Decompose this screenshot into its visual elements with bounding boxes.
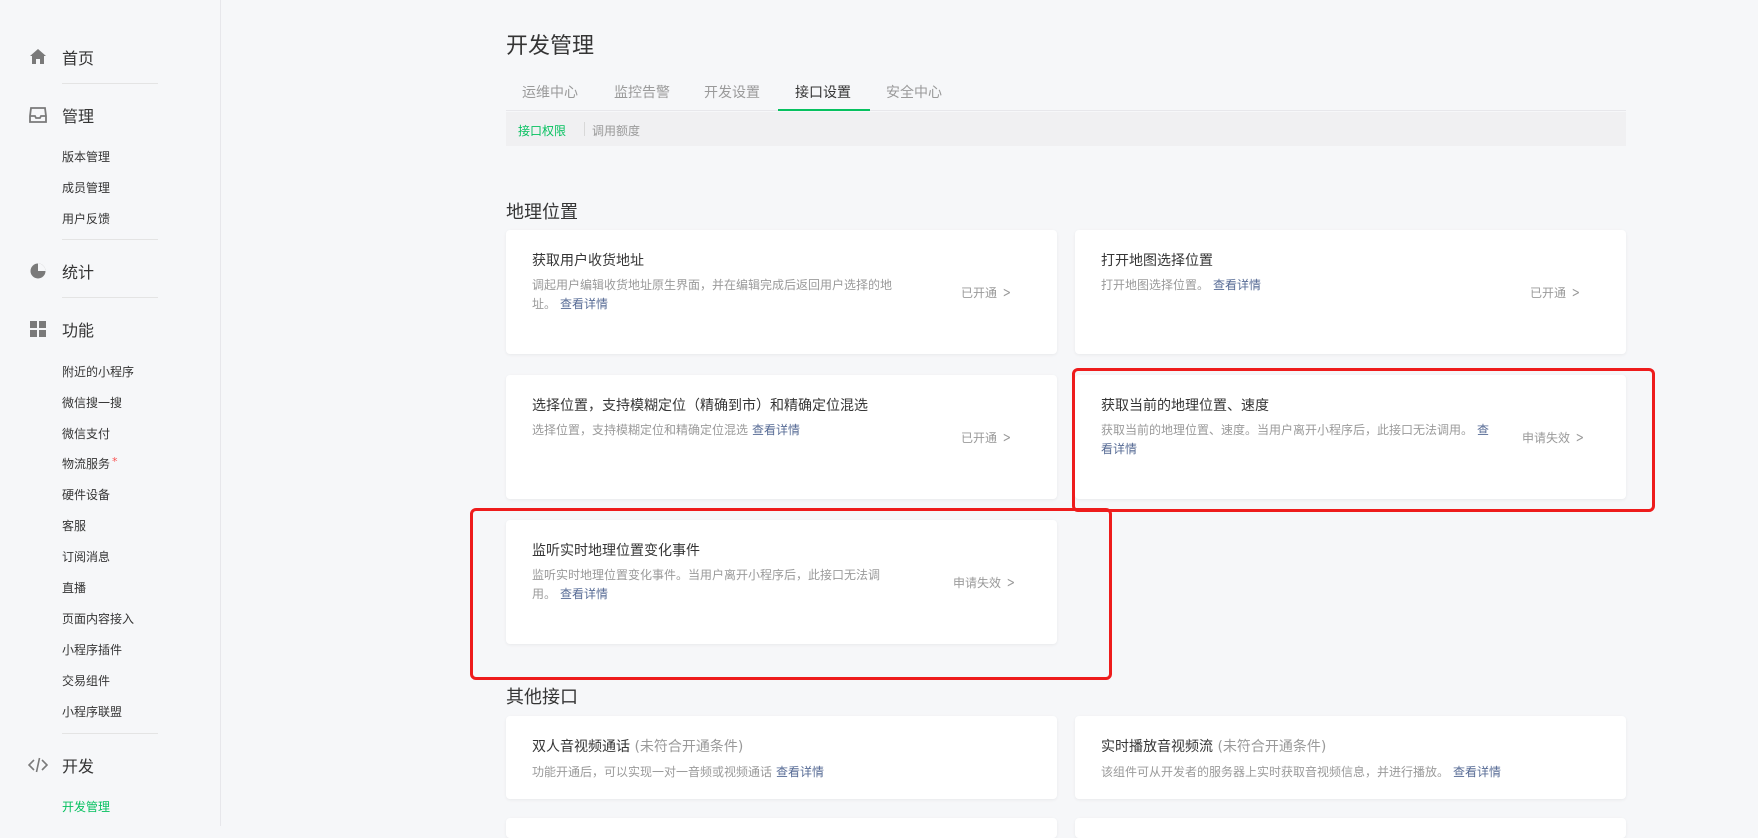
sidebar-item-pay[interactable]: 微信支付 [62, 425, 110, 442]
subtab-bar: 接口权限 调用额度 [506, 112, 1626, 146]
tab-api-settings[interactable]: 接口设置 [795, 82, 851, 102]
sidebar-item-dev[interactable]: 开发 [28, 753, 94, 777]
sidebar-item-features[interactable]: 功能 [28, 317, 94, 341]
sidebar-item-home[interactable]: 首页 [28, 45, 94, 69]
sidebar-item-stats[interactable]: 统计 [28, 259, 94, 283]
api-card-voip: 双人音视频通话 (未符合开通条件) 功能开通后，可以实现一对一音频或视频通话 查看… [506, 716, 1057, 799]
sidebar-item-trade[interactable]: 交易组件 [62, 672, 110, 689]
view-details-link[interactable]: 查看详情 [1453, 765, 1501, 779]
sidebar-item-subscribe[interactable]: 订阅消息 [62, 548, 110, 565]
subtab-permissions[interactable]: 接口权限 [518, 122, 566, 139]
card-description: 获取当前的地理位置、速度。当用户离开小程序后，此接口无法调用。 查看详情 [1101, 423, 1490, 456]
tab-monitor[interactable]: 监控告警 [614, 82, 670, 102]
view-details-link[interactable]: 查看详情 [776, 765, 824, 779]
card-description: 监听实时地理位置变化事件。当用户离开小程序后，此接口无法调用。 查看详情 [532, 568, 881, 601]
chevron-right-icon: > [1571, 284, 1580, 301]
status-enabled[interactable]: 已开通 > [1530, 284, 1582, 301]
status-expired[interactable]: 申请失效 > [1522, 429, 1586, 446]
card-title: 实时播放音视频流 (未符合开通条件) [1101, 739, 1327, 755]
card-description: 调起用户编辑收货地址原生界面，并在编辑完成后返回用户选择的地址。 查看详情 [532, 278, 893, 311]
api-card-get-location: 获取当前的地理位置、速度 获取当前的地理位置、速度。当用户离开小程序后，此接口无… [1075, 375, 1626, 499]
card-description: 打开地图选择位置。 查看详情 [1101, 278, 1262, 292]
sidebar-item-service[interactable]: 客服 [62, 517, 86, 534]
card-title: 选择位置，支持模糊定位（精确到市）和精确定位混选 [532, 398, 868, 414]
tab-dev-settings[interactable]: 开发设置 [704, 82, 760, 102]
chevron-right-icon: > [1002, 284, 1011, 301]
sidebar-item-logistics[interactable]: 物流服务 * [62, 455, 118, 472]
api-card-address: 获取用户收货地址 调起用户编辑收货地址原生界面，并在编辑完成后返回用户选择的地址… [506, 230, 1057, 354]
sidebar-item-hardware[interactable]: 硬件设备 [62, 486, 110, 503]
sidebar-item-search[interactable]: 微信搜一搜 [62, 394, 122, 411]
subtab-divider [584, 122, 585, 136]
subtab-quota[interactable]: 调用额度 [592, 122, 640, 139]
sidebar-divider [62, 239, 158, 240]
page-title: 开发管理 [506, 34, 595, 59]
section-title-other: 其他接口 [506, 687, 578, 708]
ineligible-note: (未符合开通条件) [634, 739, 744, 755]
sidebar-divider [62, 297, 158, 298]
sidebar-item-alliance[interactable]: 小程序联盟 [62, 703, 122, 720]
view-details-link[interactable]: 查看详情 [752, 423, 800, 437]
sidebar-item-manage[interactable]: 管理 [28, 103, 94, 127]
chevron-right-icon: > [1006, 574, 1015, 591]
api-card-partial [506, 818, 1057, 838]
chevron-right-icon: > [1002, 429, 1011, 446]
sidebar-divider [62, 733, 158, 734]
sidebar-item-content[interactable]: 页面内容接入 [62, 610, 134, 627]
card-title: 获取当前的地理位置、速度 [1101, 398, 1269, 414]
code-icon [28, 755, 48, 775]
tab-security[interactable]: 安全中心 [886, 82, 942, 102]
active-tab-indicator [778, 109, 870, 111]
card-title: 双人音视频通话 (未符合开通条件) [532, 739, 744, 755]
sidebar-item-nearby[interactable]: 附近的小程序 [62, 363, 134, 380]
card-description: 选择位置，支持模糊定位和精确定位混选 查看详情 [532, 423, 801, 437]
sidebar-item-feedback[interactable]: 用户反馈 [62, 210, 110, 227]
tab-ops[interactable]: 运维中心 [522, 82, 578, 102]
api-card-location-change: 监听实时地理位置变化事件 监听实时地理位置变化事件。当用户离开小程序后，此接口无… [506, 520, 1057, 644]
api-card-partial [1075, 818, 1626, 838]
api-card-fuzzy-location: 选择位置，支持模糊定位（精确到市）和精确定位混选 选择位置，支持模糊定位和精确定… [506, 375, 1057, 499]
api-card-live-player: 实时播放音视频流 (未符合开通条件) 该组件可从开发者的服务器上实时获取音视频信… [1075, 716, 1626, 799]
section-title-geo: 地理位置 [506, 202, 578, 223]
card-description: 该组件可从开发者的服务器上实时获取音视频信息，并进行播放。 查看详情 [1101, 765, 1502, 779]
sidebar-divider [62, 83, 158, 84]
status-enabled[interactable]: 已开通 > [961, 284, 1013, 301]
new-dot-badge: * [112, 455, 118, 468]
status-enabled[interactable]: 已开通 > [961, 429, 1013, 446]
sidebar-item-members[interactable]: 成员管理 [62, 179, 110, 196]
api-card-choose-location: 打开地图选择位置 打开地图选择位置。 查看详情 已开通 > [1075, 230, 1626, 354]
card-description: 功能开通后，可以实现一对一音频或视频通话 查看详情 [532, 765, 825, 779]
sidebar-item-live[interactable]: 直播 [62, 579, 86, 596]
grid-icon [28, 319, 48, 339]
view-details-link[interactable]: 查看详情 [1213, 278, 1261, 292]
card-title: 监听实时地理位置变化事件 [532, 543, 700, 559]
card-title: 获取用户收货地址 [532, 253, 644, 269]
sidebar: 首页 管理 版本管理 成员管理 用户反馈 统计 功能 附近的小程序 微信搜一搜 … [0, 0, 221, 826]
tab-bar: 运维中心 监控告警 开发设置 接口设置 安全中心 [506, 78, 1626, 111]
sidebar-item-version[interactable]: 版本管理 [62, 148, 110, 165]
inbox-icon [28, 105, 48, 125]
home-icon [28, 47, 48, 67]
pie-chart-icon [28, 261, 48, 281]
chevron-right-icon: > [1575, 429, 1584, 446]
view-details-link[interactable]: 查看详情 [560, 297, 608, 311]
view-details-link[interactable]: 查看详情 [560, 587, 608, 601]
status-expired[interactable]: 申请失效 > [953, 574, 1017, 591]
ineligible-note: (未符合开通条件) [1217, 739, 1327, 755]
card-title: 打开地图选择位置 [1101, 253, 1213, 269]
sidebar-item-plugin[interactable]: 小程序插件 [62, 641, 122, 658]
sidebar-item-dev-manage[interactable]: 开发管理 [62, 798, 110, 815]
